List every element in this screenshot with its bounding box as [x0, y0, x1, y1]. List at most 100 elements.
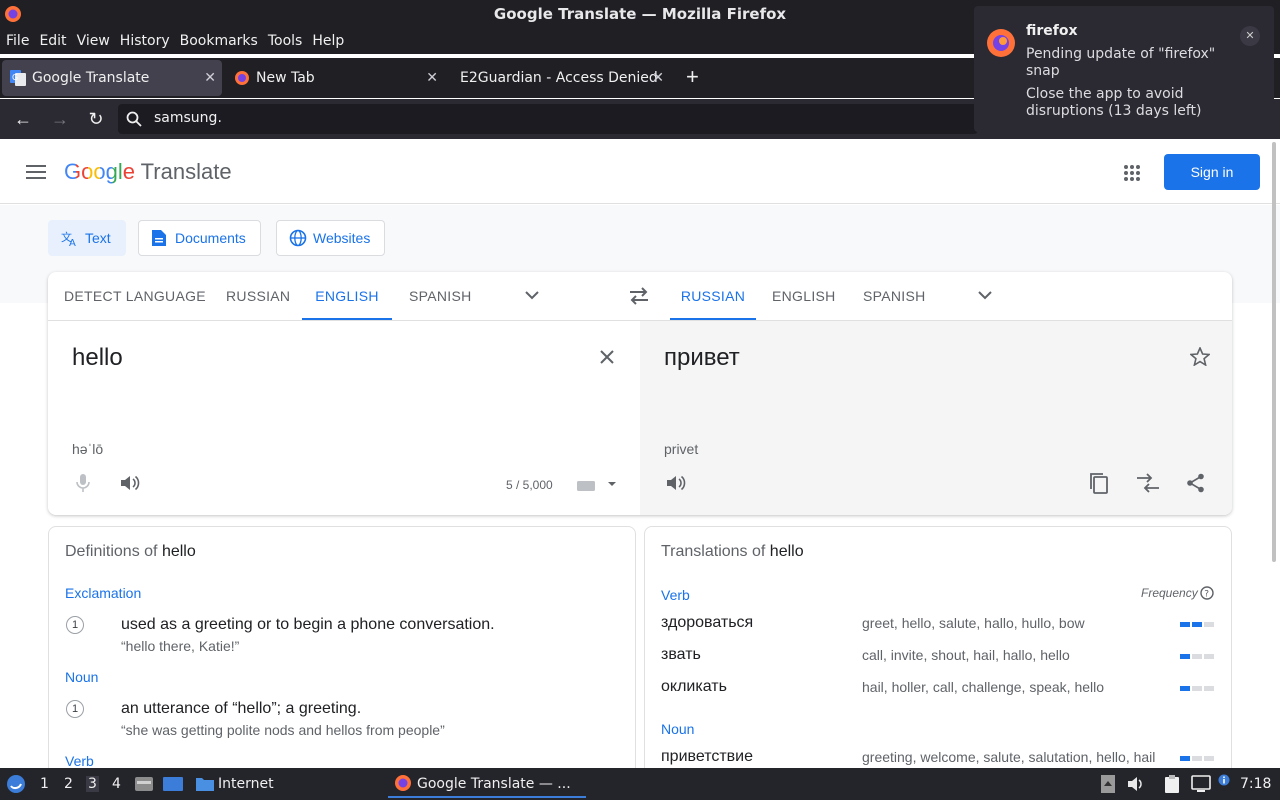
mode-text-button[interactable]: 文A Text — [48, 220, 126, 256]
target-lang-spanish[interactable]: SPANISH — [863, 272, 926, 320]
heading-prefix: Translations of — [661, 543, 770, 560]
translation-word[interactable]: приветствие — [661, 748, 753, 766]
document-icon — [152, 230, 166, 246]
page-scrollbar[interactable] — [1272, 142, 1276, 562]
translation-word[interactable]: здороваться — [661, 614, 753, 632]
target-transliteration: privet — [664, 441, 699, 457]
notification-detail: Close the app to avoid disruptions (13 d… — [1026, 86, 1202, 119]
translation-synonyms: hail, holler, call, challenge, speak, he… — [862, 679, 1105, 695]
page-content: Google Translate Sign in 文A Text Documen… — [0, 140, 1280, 768]
copy-icon[interactable] — [1089, 472, 1109, 494]
menu-history[interactable]: History — [114, 28, 174, 49]
menu-bookmarks[interactable]: Bookmarks — [174, 28, 262, 49]
target-lang-english[interactable]: ENGLISH — [772, 272, 836, 320]
swap-languages-icon[interactable] — [628, 287, 650, 305]
pos-label: Noun — [65, 669, 99, 685]
chevron-down-icon[interactable] — [978, 290, 992, 300]
close-tab-icon[interactable]: ✕ — [652, 60, 664, 96]
microphone-icon[interactable] — [76, 473, 90, 493]
mode-documents-button[interactable]: Documents — [138, 220, 261, 256]
translation-card: DETECT LANGUAGE RUSSIAN ENGLISH SPANISH … — [48, 272, 1232, 515]
translation-word[interactable]: окликать — [661, 678, 727, 696]
file-manager-icon[interactable] — [134, 775, 154, 793]
svg-text:?: ? — [1204, 590, 1209, 600]
menu-view[interactable]: View — [71, 28, 114, 49]
source-lang-english[interactable]: ENGLISH — [302, 272, 392, 320]
window-title: Google Translate — Mozilla Firefox — [493, 5, 787, 23]
source-lang-detect[interactable]: DETECT LANGUAGE — [64, 272, 206, 320]
pos-label: Verb — [65, 753, 94, 768]
start-menu-icon[interactable] — [6, 774, 26, 794]
speaker-icon[interactable] — [666, 474, 688, 492]
menu-help[interactable]: Help — [306, 28, 348, 49]
frequency-bar — [1180, 654, 1214, 659]
url-bar[interactable]: samsung. — [118, 104, 978, 134]
back-button[interactable]: ← — [12, 108, 34, 130]
source-lang-russian[interactable]: RUSSIAN — [226, 272, 290, 320]
menu-tools[interactable]: Tools — [262, 28, 307, 49]
close-tab-icon[interactable]: ✕ — [204, 60, 216, 96]
workspace-3[interactable]: 3 — [86, 776, 99, 792]
translations-heading: Translations of hello — [661, 543, 804, 561]
pos-label: Exclamation — [65, 585, 142, 601]
clipboard-icon[interactable] — [1163, 774, 1181, 794]
star-icon[interactable] — [1190, 347, 1210, 366]
storage-icon[interactable] — [1100, 774, 1116, 794]
source-phonetic: həˈlō — [72, 441, 104, 457]
new-tab-button[interactable]: + — [686, 64, 699, 90]
google-translate-logo[interactable]: Google Translate — [64, 159, 232, 185]
info-icon[interactable] — [1218, 774, 1230, 786]
source-text[interactable]: hello — [72, 344, 123, 372]
taskbar: 1 2 3 4 Internet Google Translate — ... … — [0, 768, 1280, 800]
sign-in-button[interactable]: Sign in — [1164, 154, 1260, 190]
help-icon[interactable]: ? — [1200, 586, 1214, 600]
clear-text-icon[interactable] — [600, 350, 614, 364]
tab-new-tab[interactable]: New Tab ✕ — [226, 60, 444, 96]
network-icon[interactable] — [1191, 774, 1211, 794]
menu-file[interactable]: File — [0, 28, 33, 49]
definition-example: “she was getting polite nods and hellos … — [121, 722, 445, 738]
close-notification-icon[interactable]: ✕ — [1240, 26, 1260, 46]
workspace-4[interactable]: 4 — [112, 776, 121, 792]
frequency-label: Frequency — [1141, 586, 1198, 600]
folder-icon — [196, 778, 214, 791]
heading-prefix: Definitions of — [65, 543, 162, 560]
tab-label: E2Guardian - Access Denied — [460, 70, 658, 86]
chevron-down-icon[interactable] — [525, 290, 539, 300]
notification-message: Pending update of "firefox" snap — [1026, 46, 1216, 79]
forward-button[interactable]: → — [49, 108, 71, 130]
hamburger-menu-icon[interactable] — [26, 164, 46, 180]
desktop-icon[interactable] — [162, 775, 184, 793]
workspace-1[interactable]: 1 — [40, 776, 49, 792]
taskbar-task-firefox[interactable]: Google Translate — ... — [388, 768, 586, 798]
translate-icon: 文A — [61, 230, 76, 247]
folder-label[interactable]: Internet — [218, 776, 274, 792]
share-icon[interactable] — [1186, 473, 1206, 493]
source-lang-spanish[interactable]: SPANISH — [409, 272, 472, 320]
google-translate-favicon: G — [10, 70, 26, 86]
firefox-icon — [235, 71, 249, 85]
keyboard-icon[interactable] — [576, 478, 616, 492]
definitions-card: Definitions of hello Exclamation 1 used … — [48, 526, 636, 768]
mode-label: Documents — [175, 230, 246, 246]
translate-header: Google Translate Sign in — [0, 140, 1280, 204]
mode-websites-button[interactable]: Websites — [276, 220, 386, 256]
speaker-icon[interactable] — [120, 474, 142, 492]
tab-google-translate[interactable]: G Google Translate ✕ — [2, 60, 222, 96]
translation-word[interactable]: звать — [661, 646, 701, 664]
pos-label: Noun — [661, 721, 695, 737]
frequency-bar — [1180, 686, 1214, 691]
tab-e2guardian[interactable]: E2Guardian - Access Denied ✕ — [430, 60, 670, 96]
menu-edit[interactable]: Edit — [33, 28, 70, 49]
definition-example: “hello there, Katie!” — [121, 638, 240, 654]
volume-icon[interactable] — [1127, 775, 1145, 793]
reload-button[interactable]: ↻ — [85, 108, 107, 130]
translations-card: Translations of hello Verb Frequency ? з… — [644, 526, 1232, 768]
notification-title: firefox — [1026, 23, 1078, 39]
apps-grid-icon[interactable] — [1123, 164, 1141, 182]
definition-text: an utterance of “hello”; a greeting. — [121, 700, 362, 717]
rate-translation-icon[interactable] — [1135, 472, 1161, 494]
workspace-2[interactable]: 2 — [64, 776, 73, 792]
definition-number: 1 — [66, 616, 84, 634]
target-lang-russian[interactable]: RUSSIAN — [670, 272, 756, 320]
